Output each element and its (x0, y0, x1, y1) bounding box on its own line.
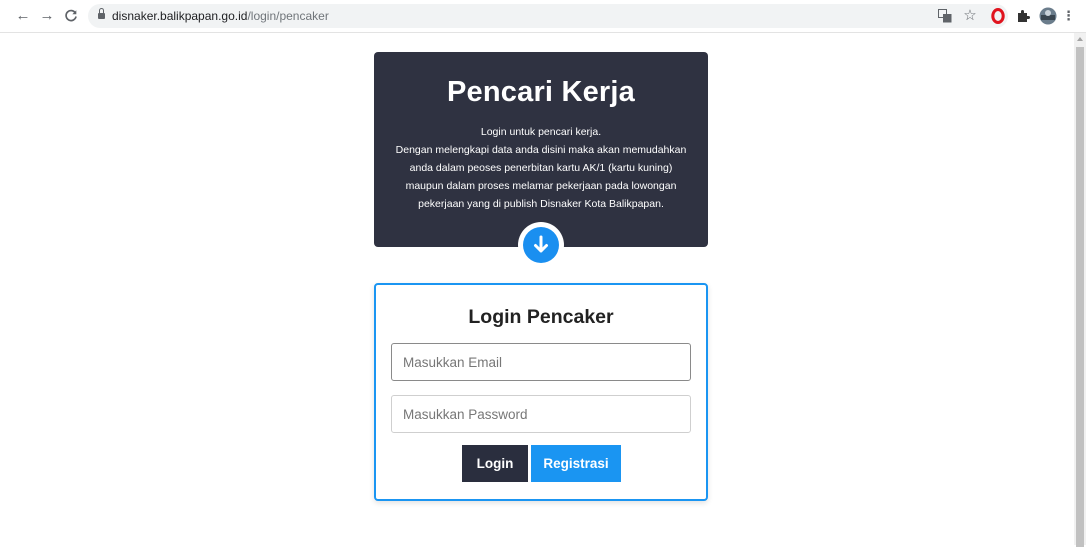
opera-extension-icon[interactable] (988, 7, 1008, 25)
password-input[interactable] (391, 395, 691, 433)
login-button[interactable]: Login (462, 445, 528, 482)
hero-title: Pencari Kerja (447, 76, 635, 108)
reload-icon[interactable] (62, 7, 80, 25)
lock-icon[interactable] (98, 8, 105, 20)
register-button[interactable]: Registrasi (531, 445, 621, 482)
arrow-down-circle-icon (518, 222, 564, 268)
extensions-puzzle-icon[interactable] (1014, 7, 1032, 25)
email-input[interactable] (391, 343, 691, 381)
hero-card: Pencari Kerja Login untuk pencari kerja.… (374, 52, 708, 247)
scroll-thumb[interactable] (1076, 47, 1084, 547)
back-icon[interactable]: ← (14, 7, 32, 25)
forward-icon[interactable]: → (38, 7, 56, 25)
translate-icon[interactable] (936, 7, 954, 25)
bookmark-star-icon[interactable]: ☆ (961, 7, 979, 25)
browser-toolbar: ← → disnaker.balikpapan.go.id/login/penc… (0, 0, 1086, 33)
login-title: Login Pencaker (468, 306, 614, 328)
address-bar[interactable]: disnaker.balikpapan.go.id/login/pencaker (88, 4, 1008, 28)
login-form: Login Pencaker Login Registrasi (374, 283, 708, 501)
page-scrollbar[interactable] (1074, 33, 1086, 547)
hero-description: Login untuk pencari kerja. Dengan meleng… (395, 126, 687, 210)
profile-avatar-icon[interactable] (1038, 7, 1058, 25)
browser-menu-icon[interactable]: ⋮ (1062, 7, 1075, 25)
url-text: disnaker.balikpapan.go.id/login/pencaker (112, 9, 329, 23)
scroll-up-icon[interactable] (1077, 37, 1083, 41)
